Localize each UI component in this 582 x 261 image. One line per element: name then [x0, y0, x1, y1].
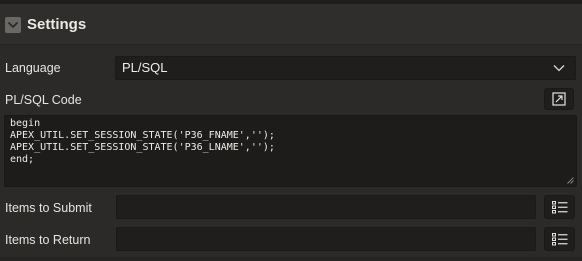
items-to-return-picker-button[interactable]	[544, 227, 575, 251]
code-line: APEX_UTIL.SET_SESSION_STATE('P36_LNAME',…	[10, 142, 275, 153]
section-title: Settings	[27, 16, 87, 33]
plsql-code-editor[interactable]: begin APEX_UTIL.SET_SESSION_STATE('P36_F…	[4, 115, 577, 187]
collapse-toggle-chevron-down-icon[interactable]	[5, 17, 21, 33]
chevron-down-icon	[553, 65, 565, 72]
items-to-submit-label: Items to Submit	[5, 201, 92, 215]
list-icon	[551, 200, 567, 213]
bottom-divider	[0, 257, 582, 261]
items-to-return-label: Items to Return	[5, 233, 91, 247]
code-line: begin	[10, 118, 41, 129]
code-line: end;	[10, 154, 35, 165]
settings-section-header[interactable]: Settings	[0, 4, 582, 45]
list-icon	[551, 232, 567, 245]
language-select-value: PL/SQL	[122, 60, 168, 75]
code-line: APEX_UTIL.SET_SESSION_STATE('P36_FNAME',…	[10, 130, 275, 141]
language-label: Language	[5, 61, 61, 75]
plsql-code-label: PL/SQL Code	[5, 93, 82, 107]
resize-grip-icon[interactable]	[567, 177, 574, 184]
items-to-submit-input[interactable]	[116, 195, 536, 219]
language-select[interactable]: PL/SQL	[115, 56, 576, 80]
items-to-return-input[interactable]	[116, 227, 536, 251]
expand-icon	[552, 92, 566, 106]
expand-code-editor-button[interactable]	[544, 88, 574, 110]
items-to-submit-picker-button[interactable]	[544, 195, 575, 219]
